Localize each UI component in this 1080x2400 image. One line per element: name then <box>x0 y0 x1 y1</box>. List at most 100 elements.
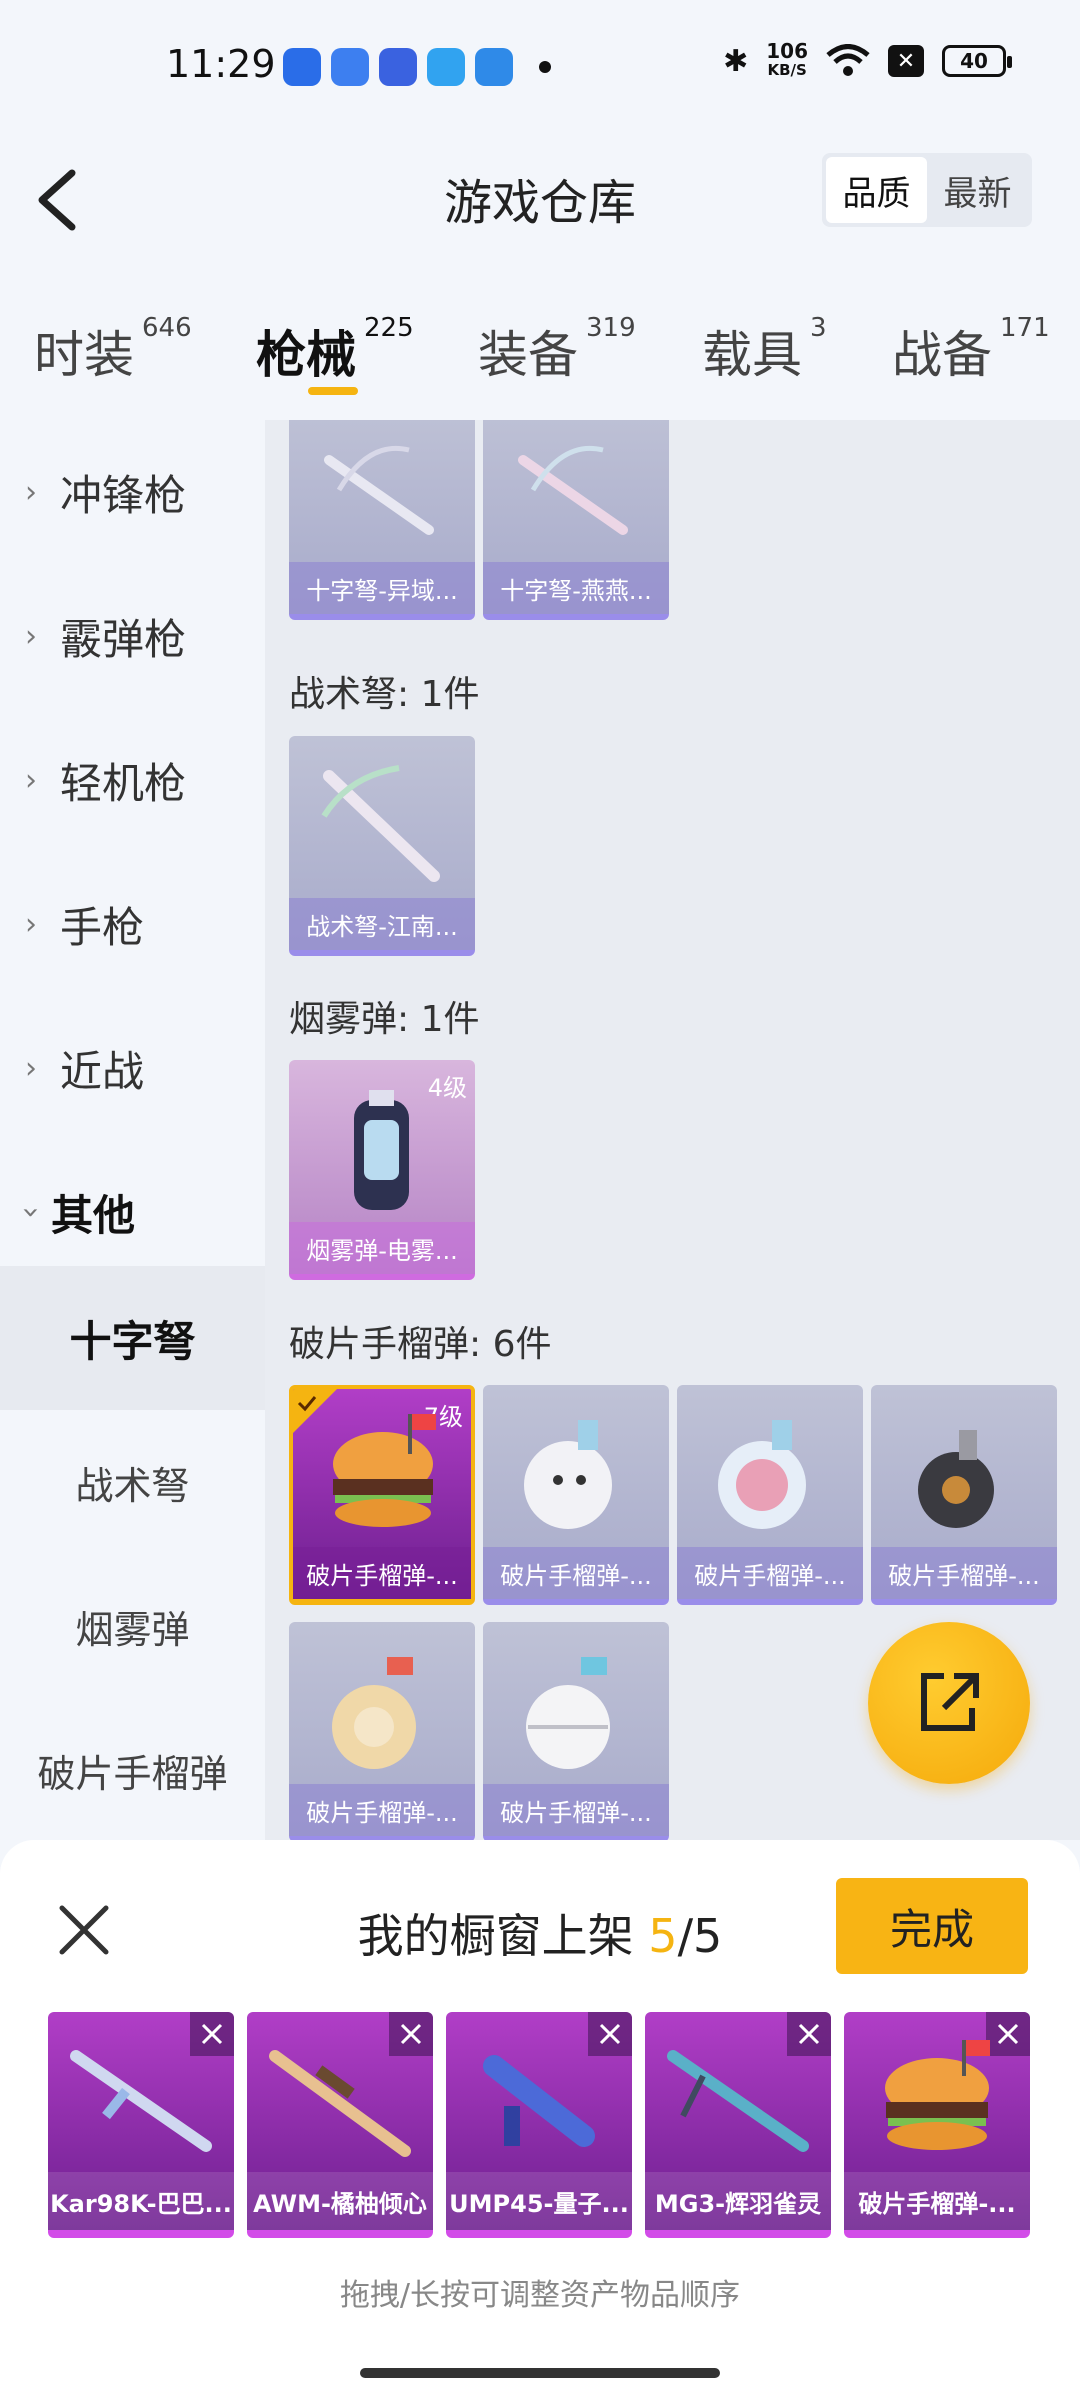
item-card[interactable]: 破片手榴弹-... <box>483 1385 669 1605</box>
sort-newest-button[interactable]: 最新 <box>927 157 1028 223</box>
more-notifications-icon <box>539 61 551 73</box>
section-title: 战术弩: 1件 <box>289 674 480 715</box>
network-speed: 106 KB/S <box>766 41 808 80</box>
showcase-item-name: UMP45-量子... <box>446 2172 632 2230</box>
item-name: 破片手榴弹-... <box>483 1784 669 1836</box>
sidebar-sub-crossbow[interactable]: 十字弩 <box>0 1266 265 1410</box>
section-title: 烟雾弹: 1件 <box>289 999 480 1040</box>
sidebar-sub-frag-grenade[interactable]: 破片手榴弹 <box>0 1698 265 1842</box>
showcase-item[interactable]: AWM-橘柚倾心 <box>247 2012 433 2238</box>
notification-icons <box>283 48 551 86</box>
tab-label: 装备 <box>478 326 578 384</box>
item-name: 烟雾弹-电雾... <box>289 1222 475 1274</box>
page-header: 游戏仓库 品质 最新 <box>0 105 1080 280</box>
app-notification-icon <box>427 48 465 86</box>
tab-label: 时装 <box>34 326 134 384</box>
item-card[interactable]: 十字弩-异域... <box>289 420 475 620</box>
item-card-selected[interactable]: 7级 破片手榴弹-... <box>289 1385 475 1605</box>
chevron-right-icon: › <box>25 906 37 942</box>
share-button[interactable] <box>868 1622 1030 1784</box>
item-name: 战术弩-江南... <box>289 898 475 950</box>
grenade-icon <box>718 1420 806 1529</box>
sidebar-item-label: 霰弹枪 <box>60 614 187 664</box>
item-card[interactable]: 破片手榴弹-... <box>677 1385 863 1605</box>
smoke-grenade-icon <box>354 1090 409 1210</box>
grenade-icon <box>524 1420 612 1529</box>
item-name: 破片手榴弹-... <box>871 1547 1057 1599</box>
tab-guns[interactable]: 枪械 225 <box>256 313 414 387</box>
status-time: 11:29 <box>166 42 276 86</box>
sidebar-item-shotgun[interactable]: › 霰弹枪 <box>0 564 265 708</box>
tab-label: 载具 <box>702 326 802 384</box>
showcase-item[interactable]: 破片手榴弹-... <box>844 2012 1030 2238</box>
app-notification-icon <box>475 48 513 86</box>
sidebar-item-label: 轻机枪 <box>60 758 187 808</box>
sort-toggle: 品质 最新 <box>822 153 1032 227</box>
active-tab-indicator <box>308 387 358 395</box>
burger-grenade-icon <box>885 2040 990 2150</box>
burger-grenade-icon <box>333 1414 436 1527</box>
sidebar-item-label: 其他 <box>51 1190 136 1240</box>
tab-equipment[interactable]: 装备 319 <box>478 313 636 387</box>
grenade-icon <box>526 1657 610 1769</box>
tab-count: 646 <box>142 313 192 343</box>
sidebar-item-lmg[interactable]: › 轻机枪 <box>0 708 265 852</box>
item-card[interactable]: 破片手榴弹-... <box>289 1622 475 1840</box>
grenade-icon <box>332 1657 416 1769</box>
sidebar-sub-smoke[interactable]: 烟雾弹 <box>0 1554 265 1698</box>
crossbow-icon <box>324 445 434 535</box>
bluetooth-icon: ✱ <box>723 43 749 79</box>
sidebar-sub-tactical-crossbow[interactable]: 战术弩 <box>0 1410 265 1554</box>
sidebar: › 冲锋枪 › 霰弹枪 › 轻机枪 › 手枪 › 近战 › 其他 十字弩 战术弩 烟雾弹 破… <box>0 420 265 1840</box>
showcase-item[interactable]: UMP45-量子... <box>446 2012 632 2238</box>
chevron-right-icon: › <box>25 762 37 798</box>
tab-supplies[interactable]: 战备 171 <box>892 313 1050 387</box>
chevron-down-icon: › <box>13 1206 49 1218</box>
chevron-right-icon: › <box>25 1050 37 1086</box>
item-name: 破片手榴弹-... <box>293 1547 471 1599</box>
share-icon <box>921 1673 979 1731</box>
battery-icon: 40 <box>942 45 1012 77</box>
app-notification-icon <box>331 48 369 86</box>
sort-quality-button[interactable]: 品质 <box>826 157 927 223</box>
sidebar-item-label: 近战 <box>60 1046 145 1096</box>
sidebar-item-other[interactable]: › 其他 <box>0 1140 265 1284</box>
panel-title-text: 我的橱窗上架 <box>357 1909 649 1963</box>
chevron-right-icon: › <box>25 474 37 510</box>
chevron-right-icon: › <box>25 618 37 654</box>
showcase-item[interactable]: MG3-辉羽雀灵 <box>645 2012 831 2238</box>
showcase-item-name: 破片手榴弹-... <box>844 2172 1030 2230</box>
item-name: 十字弩-异域... <box>289 562 475 614</box>
sidebar-item-pistol[interactable]: › 手枪 <box>0 852 265 996</box>
tab-label: 战备 <box>892 326 992 384</box>
item-card[interactable]: 十字弩-燕燕... <box>483 420 669 620</box>
tab-label: 枪械 <box>256 326 356 384</box>
item-card[interactable]: 破片手榴弹-... <box>871 1385 1057 1605</box>
sidebar-item-smg[interactable]: › 冲锋枪 <box>0 420 265 564</box>
reorder-hint: 拖拽/长按可调整资产物品顺序 <box>339 2278 741 2313</box>
app-notification-icon <box>283 48 321 86</box>
crossbow-icon <box>518 445 628 535</box>
smg-icon <box>483 2055 595 2147</box>
sidebar-item-melee[interactable]: › 近战 <box>0 996 265 1140</box>
grenade-icon <box>918 1430 994 1528</box>
item-card[interactable]: 4级 烟雾弹-电雾... <box>289 1060 475 1280</box>
done-button[interactable]: 完成 <box>836 1878 1028 1974</box>
item-name: 破片手榴弹-... <box>483 1547 669 1599</box>
home-indicator[interactable] <box>360 2368 720 2378</box>
rifle-icon <box>70 2050 212 2152</box>
showcase-item[interactable]: Kar98K-巴巴... <box>48 2012 234 2238</box>
tab-count: 225 <box>364 313 414 343</box>
system-status: ✱ 106 KB/S ✕ 40 <box>723 41 1012 80</box>
tab-count: 3 <box>810 313 827 343</box>
tab-fashion[interactable]: 时装 646 <box>34 313 192 387</box>
showcase-item-name: AWM-橘柚倾心 <box>247 2172 433 2230</box>
battery-level: 40 <box>960 49 988 73</box>
panel-count: 5 <box>648 1909 678 1963</box>
item-card[interactable]: 战术弩-江南... <box>289 736 475 956</box>
wifi-icon <box>826 44 870 76</box>
tab-vehicles[interactable]: 载具 3 <box>702 313 827 387</box>
item-card[interactable]: 破片手榴弹-... <box>483 1622 669 1840</box>
section-title: 破片手榴弹: 6件 <box>289 1324 552 1365</box>
machine-gun-icon <box>667 2050 809 2152</box>
